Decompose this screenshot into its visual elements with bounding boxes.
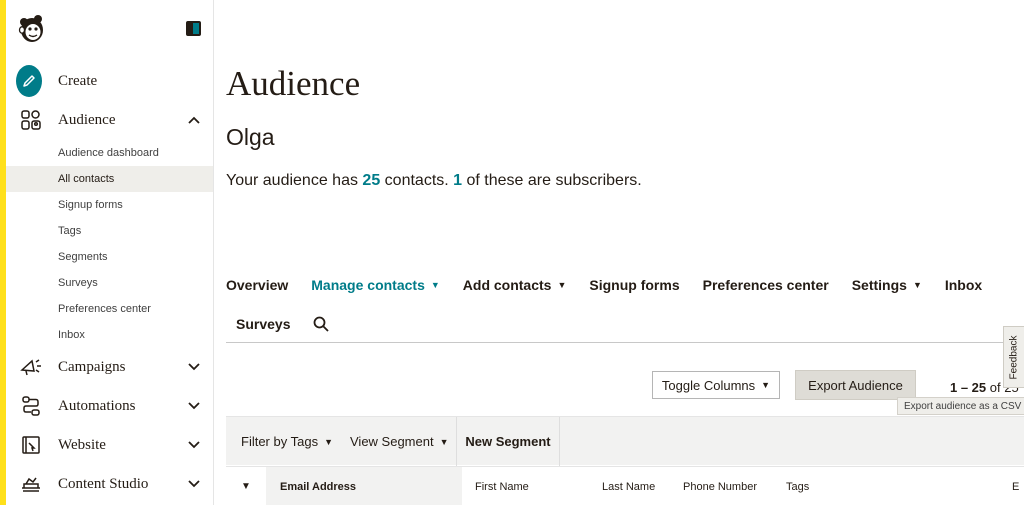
sidebar-item-label: Create — [58, 72, 98, 89]
tab-inbox[interactable]: Inbox — [945, 277, 982, 293]
sidebar-subitem-signup-forms[interactable]: Signup forms — [6, 192, 213, 218]
summary-middle: contacts. — [384, 172, 449, 189]
search-icon[interactable] — [313, 316, 330, 332]
mailchimp-logo-icon[interactable] — [16, 12, 48, 44]
sidebar: Create Audience Audience dashboard All c… — [6, 0, 214, 505]
sidebar-item-label: Audience — [58, 111, 116, 128]
tab-surveys[interactable]: Surveys — [236, 316, 290, 332]
sidebar-item-automations[interactable]: Automations — [6, 389, 214, 423]
megaphone-icon — [18, 354, 44, 380]
sidebar-subitem-all-contacts[interactable]: All contacts — [6, 166, 213, 192]
content-studio-icon — [18, 471, 44, 497]
chevron-down-icon: ▼ — [912, 280, 922, 290]
export-tooltip: Export audience as a CSV file — [897, 397, 1024, 415]
chevron-down-icon: ▼ — [439, 436, 449, 447]
sidebar-subitem-preferences-center[interactable]: Preferences center — [6, 296, 213, 322]
column-first-name[interactable]: First Name — [475, 467, 529, 505]
column-email-address[interactable]: Email Address — [280, 467, 356, 505]
contacts-table-header: ▼ Email Address First Name Last Name Pho… — [226, 466, 1024, 505]
chevron-down-icon[interactable] — [188, 361, 200, 373]
tab-preferences-center[interactable]: Preferences center — [703, 277, 829, 293]
column-phone-number[interactable]: Phone Number — [683, 467, 757, 505]
chevron-up-icon[interactable] — [188, 114, 200, 126]
sidebar-subitem-surveys[interactable]: Surveys — [6, 270, 213, 296]
feedback-tab[interactable]: Feedback — [1003, 326, 1024, 388]
chevron-down-icon: ▼ — [557, 280, 567, 290]
sidebar-subitem-audience-dashboard[interactable]: Audience dashboard — [6, 140, 213, 166]
chevron-down-icon[interactable] — [188, 400, 200, 412]
pencil-icon — [16, 65, 42, 97]
chevron-down-icon: ▼ — [761, 380, 771, 390]
audience-icon — [18, 107, 44, 133]
audience-tabs-row2: Surveys — [236, 313, 352, 335]
sidebar-item-campaigns[interactable]: Campaigns — [6, 350, 214, 384]
sidebar-item-label: Content Studio — [58, 475, 149, 492]
main-content: Audience Olga Your audience has 25 conta… — [214, 0, 1024, 505]
column-tags[interactable]: Tags — [786, 467, 809, 505]
summary-suffix: of these are subscribers. — [466, 172, 642, 189]
export-audience-button[interactable]: Export Audience — [795, 370, 916, 400]
audience-tabs: Overview Manage contacts ▼ Add contacts ▼ … — [226, 274, 1005, 296]
chevron-down-icon: ▼ — [430, 280, 440, 290]
tab-divider — [226, 342, 1024, 343]
page-title: Audience — [226, 64, 361, 103]
audience-summary: Your audience has 25 contacts. 1 of thes… — [226, 172, 642, 190]
sidebar-item-label: Website — [58, 436, 106, 453]
sidebar-subitem-tags[interactable]: Tags — [6, 218, 213, 244]
sidebar-item-website[interactable]: Website — [6, 428, 214, 462]
tab-signup-forms[interactable]: Signup forms — [589, 277, 679, 293]
sidebar-item-create[interactable]: Create — [6, 64, 214, 98]
automations-icon — [18, 393, 44, 419]
tab-settings[interactable]: Settings ▼ — [852, 277, 922, 293]
sidebar-item-label: Automations — [58, 397, 136, 414]
audience-name: Olga — [226, 124, 275, 150]
tab-add-contacts[interactable]: Add contacts ▼ — [463, 277, 567, 293]
sidebar-subitem-segments[interactable]: Segments — [6, 244, 213, 270]
chevron-down-icon: ▼ — [324, 436, 333, 447]
chevron-down-icon[interactable] — [188, 478, 200, 490]
toggle-columns-button[interactable]: Toggle Columns ▼ — [652, 371, 780, 399]
chevron-down-icon[interactable] — [188, 439, 200, 451]
new-segment-button[interactable]: New Segment — [456, 417, 560, 466]
contacts-count[interactable]: 25 — [362, 172, 380, 189]
select-all-chevron-icon[interactable]: ▼ — [226, 467, 266, 505]
sidebar-item-label: Campaigns — [58, 358, 126, 375]
tab-manage-contacts[interactable]: Manage contacts ▼ — [311, 277, 440, 293]
column-last-name[interactable]: Last Name — [602, 467, 655, 505]
filter-bar: Filter by Tags ▼ View Segment ▼ New Segmen… — [226, 416, 1024, 466]
sidebar-item-content-studio[interactable]: Content Studio — [6, 467, 214, 501]
website-icon — [18, 432, 44, 458]
sidebar-item-audience[interactable]: Audience — [6, 103, 214, 137]
sidebar-subitem-inbox[interactable]: Inbox — [6, 322, 213, 348]
tab-overview[interactable]: Overview — [226, 277, 288, 293]
subscribers-count[interactable]: 1 — [453, 172, 462, 189]
summary-prefix: Your audience has — [226, 172, 358, 189]
sidebar-collapse-icon[interactable] — [186, 21, 201, 36]
view-segment-dropdown[interactable]: View Segment ▼ — [350, 417, 449, 466]
column-truncated[interactable]: E — [1012, 467, 1019, 505]
filter-by-tags-dropdown[interactable]: Filter by Tags ▼ — [241, 417, 333, 466]
